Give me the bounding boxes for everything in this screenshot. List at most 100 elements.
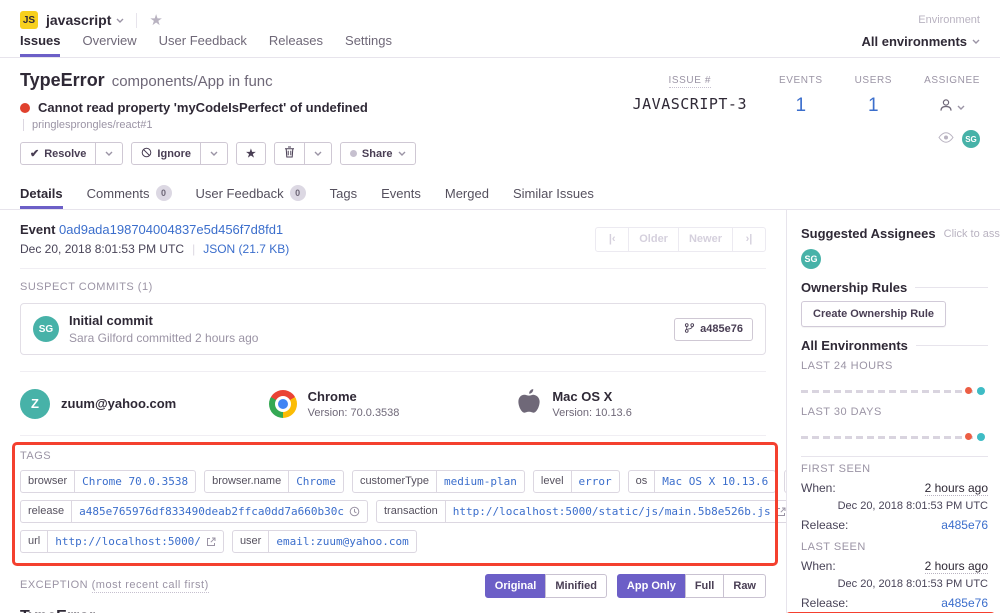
context-os: Mac OS X Version: 10.13.6	[517, 387, 766, 420]
first-event-button[interactable]: |‹	[595, 227, 629, 252]
tag-value-link[interactable]: Chrome 70.0.3538	[75, 471, 195, 492]
events-label: EVENTS	[779, 75, 823, 86]
browser-name: Chrome	[308, 389, 400, 404]
assignee-dropdown[interactable]	[924, 98, 980, 117]
top-bar: JS javascript ★ Environment Issues Overv…	[0, 0, 1000, 58]
toggle-full[interactable]: Full	[685, 574, 725, 598]
suggested-assignee-avatar[interactable]: SG	[801, 249, 821, 269]
environment-value: All environments	[862, 34, 967, 49]
bookmark-star-icon[interactable]: ★	[149, 11, 162, 29]
sparkline-marker-dot	[977, 433, 985, 441]
newer-event-button[interactable]: Newer	[678, 227, 733, 252]
tab-details[interactable]: Details	[20, 177, 63, 209]
tag-key: level	[534, 471, 572, 492]
toggle-app-only[interactable]: App Only	[617, 574, 686, 598]
tag-value-link[interactable]: error	[572, 471, 619, 492]
browser-version: Version: 70.0.3538	[308, 407, 400, 419]
tag-value-link[interactable]: a485e765976df833490deab2ffca0dd7a660b30c	[72, 501, 367, 522]
tag-value-link[interactable]: http://localhost:5000/static/js/main.5b8…	[446, 501, 786, 522]
project-switcher[interactable]: javascript	[46, 12, 111, 28]
tag-key: browser	[21, 471, 75, 492]
tab-merged[interactable]: Merged	[445, 177, 489, 209]
stacktrace-toggles: Original Minified App Only Full Raw	[485, 574, 766, 598]
event-json-link[interactable]: JSON (21.7 KB)	[203, 242, 289, 256]
nav-tab-settings[interactable]: Settings	[345, 33, 392, 57]
delete-dropdown-button[interactable]	[304, 142, 332, 165]
external-link-icon[interactable]	[206, 537, 216, 547]
divider	[801, 456, 988, 457]
tag-browser-name: browser.nameChrome	[204, 470, 344, 493]
nav-tab-user-feedback[interactable]: User Feedback	[159, 33, 247, 57]
tab-user-feedback[interactable]: User Feedback 0	[196, 177, 306, 209]
last-seen-release-link[interactable]: a485e76	[941, 596, 988, 610]
suggested-assignees-label: Suggested Assignees	[801, 226, 936, 241]
chevron-down-icon	[957, 105, 965, 110]
ignore-button[interactable]: Ignore	[131, 142, 201, 165]
user-feedback-count-badge: 0	[290, 185, 306, 201]
apple-icon	[517, 387, 541, 420]
toggle-raw[interactable]: Raw	[723, 574, 766, 598]
nav-tab-overview[interactable]: Overview	[82, 33, 136, 57]
event-date: Dec 20, 2018 8:01:53 PM UTC	[20, 242, 184, 256]
commit-sha-button[interactable]: a485e76	[674, 318, 753, 341]
tab-user-feedback-label: User Feedback	[196, 186, 284, 201]
tag-value-link[interactable]: email:zuum@yahoo.com	[269, 531, 415, 552]
last-30-days-sparkline	[801, 420, 988, 448]
toggle-original[interactable]: Original	[485, 574, 547, 598]
older-event-button[interactable]: Older	[628, 227, 679, 252]
issue-details-content: Event 0ad9ada198704004837e5d456f7d8fd1 D…	[0, 210, 786, 613]
tag-value: a485e765976df833490deab2ffca0dd7a660b30c	[79, 505, 344, 518]
create-ownership-rule-button[interactable]: Create Ownership Rule	[801, 301, 946, 327]
tab-tags[interactable]: Tags	[330, 177, 357, 209]
tab-events[interactable]: Events	[381, 177, 421, 209]
issue-short-id: pringlesprongles/react#1	[23, 119, 621, 131]
context-user: Z zuum@yahoo.com	[20, 387, 269, 420]
tag-key: transaction	[377, 501, 446, 522]
clock-icon[interactable]	[349, 506, 360, 517]
tag-value: http://localhost:5000/	[55, 535, 201, 548]
tag-value-link[interactable]: Mac OS X 10.13.6	[655, 471, 775, 492]
resolve-button[interactable]: ✔Resolve	[20, 142, 96, 165]
events-count[interactable]: 1	[779, 95, 823, 117]
users-count[interactable]: 1	[855, 95, 892, 117]
person-icon	[939, 98, 953, 117]
tag-value-link[interactable]: Chrome	[289, 471, 343, 492]
issue-tabbar: Details Comments0 User Feedback 0 Tags Ev…	[0, 177, 1000, 210]
external-link-icon[interactable]	[776, 507, 786, 517]
tags-title: TAGS	[20, 450, 766, 462]
tag-value-link[interactable]: http://localhost:5000/	[48, 531, 223, 552]
tag-key: browser.name	[205, 471, 289, 492]
ignore-dropdown-button[interactable]	[200, 142, 228, 165]
tag-value-link[interactable]: medium-plan	[437, 471, 524, 492]
last-seen-release-label: Release:	[801, 596, 848, 610]
first-seen-release-link[interactable]: a485e76	[941, 518, 988, 532]
resolve-dropdown-button[interactable]	[95, 142, 123, 165]
commit-sha: a485e76	[700, 323, 743, 335]
user-email: zuum@yahoo.com	[61, 396, 176, 411]
chevron-down-icon	[105, 151, 113, 156]
bookmark-button[interactable]: ★	[236, 142, 266, 165]
os-version: Version: 10.13.6	[552, 407, 632, 419]
event-id-link[interactable]: 0ad9ada198704004837e5d456f7d8fd1	[59, 222, 283, 237]
chevron-down-icon	[972, 39, 980, 44]
chevron-down-icon[interactable]	[116, 18, 124, 23]
issue-message: Cannot read property 'myCodeIsPerfect' o…	[38, 100, 368, 115]
star-icon: ★	[246, 147, 256, 160]
environment-selector[interactable]: All environments	[862, 34, 980, 57]
sparkline-event-dot	[965, 433, 972, 440]
tab-similar-issues[interactable]: Similar Issues	[513, 177, 594, 209]
first-seen-date: Dec 20, 2018 8:01:53 PM UTC	[801, 500, 988, 512]
toggle-minified[interactable]: Minified	[545, 574, 607, 598]
seen-by-row: SG	[938, 130, 980, 148]
issue-actions: ✔Resolve Ignore ★ Share	[20, 142, 621, 165]
tag-key: user	[233, 531, 269, 552]
nav-tab-issues[interactable]: Issues	[20, 33, 60, 57]
issue-type: TypeError	[20, 70, 105, 90]
tab-comments[interactable]: Comments0	[87, 177, 172, 209]
exception-title: EXCEPTION	[20, 579, 88, 591]
exception-subtitle: (most recent call first)	[92, 579, 209, 593]
last-event-button[interactable]: ›|	[732, 227, 766, 252]
share-button[interactable]: Share	[340, 142, 416, 165]
nav-tab-releases[interactable]: Releases	[269, 33, 323, 57]
delete-button[interactable]	[274, 142, 305, 165]
